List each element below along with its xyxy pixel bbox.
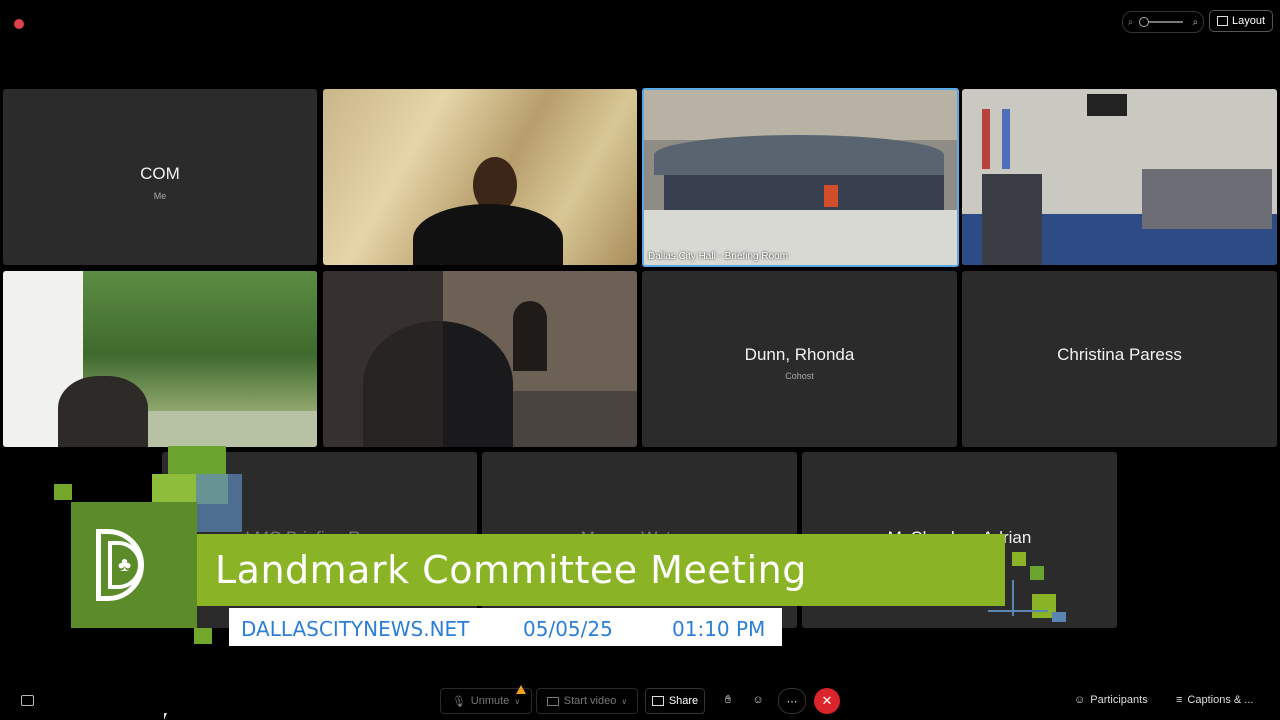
participant-name: COM (140, 164, 180, 183)
room-video (644, 90, 957, 265)
participant-role: Cohost (785, 371, 814, 381)
reactions-button[interactable]: ☺ (748, 688, 768, 712)
home-video (323, 271, 637, 447)
participant-video-tile[interactable] (3, 271, 317, 447)
start-video-button[interactable]: Start video ∨ (536, 688, 638, 714)
zoom-out-icon[interactable]: ⌕ (1128, 17, 1134, 28)
podium-video (962, 89, 1277, 265)
participant-video-tile[interactable] (323, 89, 637, 265)
participant-tile-christina[interactable]: Christina Paress (962, 271, 1277, 447)
captions-button[interactable]: ≡ Captions & ... (1176, 688, 1271, 712)
layout-button[interactable]: Layout (1209, 10, 1273, 32)
banner-title-bar: Landmark Committee Meeting (197, 534, 1005, 606)
zoom-in-icon[interactable]: ⌕ (1193, 17, 1199, 28)
banner-date: 05/05/25 (523, 617, 613, 641)
banner-title: Landmark Committee Meeting (215, 548, 807, 592)
trees-video (3, 271, 317, 447)
participant-video (413, 149, 563, 265)
end-meeting-button[interactable]: ✕ (814, 688, 840, 714)
more-button[interactable]: ⋯ (778, 688, 806, 714)
share-label: Share (668, 695, 699, 707)
dallas-logo-icon: ♣ (96, 529, 168, 601)
captions-icon: ≡ (1176, 694, 1183, 706)
raise-hand-icon: ✋︎ (724, 693, 732, 706)
zoom-control[interactable]: ⌕ ⌕ (1122, 11, 1204, 33)
layout-icon (1216, 16, 1228, 26)
record-indicator-icon (14, 19, 24, 29)
chevron-down-icon[interactable]: ∨ (621, 697, 627, 706)
participants-label: Participants (1090, 694, 1148, 706)
chevron-down-icon[interactable]: ∨ (514, 697, 520, 706)
chat-icon[interactable] (21, 695, 34, 706)
participant-role: Me (153, 191, 167, 201)
warning-icon (516, 685, 526, 694)
banner-logo-block: ♣ (71, 502, 197, 628)
video-off-icon (546, 696, 559, 706)
banner-info-bar: DALLASCITYNEWS.NET 05/05/25 01:10 PM (229, 608, 782, 646)
participant-name: Christina Paress (1057, 345, 1182, 364)
captions-label: Captions & ... (1187, 694, 1254, 706)
layout-label: Layout (1231, 15, 1266, 27)
participant-tile-dunn[interactable]: Dunn, Rhonda Cohost (642, 271, 957, 447)
more-icon: ⋯ (786, 695, 798, 708)
zoom-slider[interactable] (1139, 17, 1183, 27)
participant-tile-com[interactable]: COM Me (3, 89, 317, 265)
raise-hand-button[interactable]: ✋︎ (718, 688, 738, 712)
banner-website: DALLASCITYNEWS.NET (241, 617, 470, 641)
reactions-icon: ☺ (752, 694, 764, 706)
unmute-label: Unmute (470, 695, 510, 707)
participant-name: Dunn, Rhonda (744, 345, 855, 364)
participant-video-tile[interactable] (962, 89, 1277, 265)
share-icon (651, 696, 664, 706)
start-video-label: Start video (563, 695, 617, 707)
share-button[interactable]: Share (645, 688, 705, 714)
unmute-button[interactable]: 🎙︎ Unmute ∨ (440, 685, 532, 714)
person-icon: ☺ (1074, 694, 1086, 706)
mouse-cursor-icon (164, 713, 167, 720)
banner-time: 01:10 PM (672, 617, 766, 641)
participants-button[interactable]: ☺ Participants (1074, 688, 1154, 712)
participant-video-tile[interactable] (323, 271, 637, 447)
participant-tile-city-hall[interactable]: Dallas City Hall - Briefing Room (642, 88, 959, 267)
close-icon: ✕ (821, 693, 833, 708)
video-label: Dallas City Hall - Briefing Room (648, 251, 789, 262)
microphone-muted-icon: 🎙︎ (451, 695, 466, 708)
